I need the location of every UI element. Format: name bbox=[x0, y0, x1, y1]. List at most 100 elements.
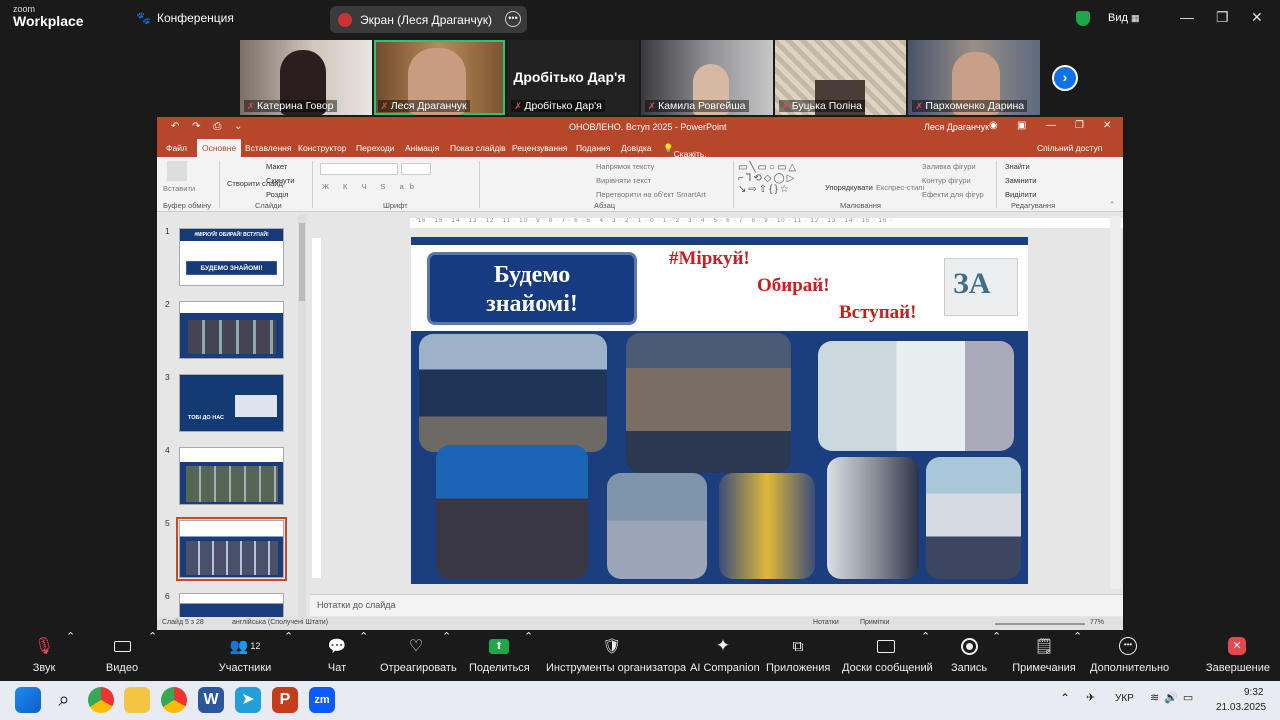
windows-start-icon[interactable] bbox=[15, 687, 41, 713]
slide-scrollbar[interactable] bbox=[1110, 216, 1121, 589]
tab-review[interactable]: Рецензування bbox=[512, 143, 567, 153]
network-sound-battery-icons[interactable]: ≋🔊▭ bbox=[1150, 691, 1198, 704]
chevron-up-icon[interactable]: ⌃ bbox=[442, 630, 451, 643]
quick-access-icons[interactable]: ↶ ↷ ⎙ ⌄ bbox=[171, 121, 247, 132]
security-shield-icon[interactable] bbox=[1076, 11, 1090, 26]
slide-thumbnail[interactable] bbox=[179, 593, 284, 619]
ai-companion-button[interactable]: ✦ AI Companion bbox=[690, 630, 760, 674]
notes-button[interactable]: 🗒 Примечания bbox=[1012, 630, 1076, 674]
shape-outline-button[interactable]: Контур фігури bbox=[922, 176, 971, 185]
participant-tile[interactable]: Катерина Говор bbox=[240, 40, 372, 115]
shapes-gallery[interactable]: ▭╲▭○▭△ ⌐⅂⟲◇◯▷ ↘⇨⇧{}☆ bbox=[738, 162, 816, 202]
participants-button[interactable]: 👥 12 Участники bbox=[217, 630, 273, 674]
close-icon[interactable]: ✕ bbox=[1103, 120, 1111, 131]
chevron-up-icon[interactable]: ⌃ bbox=[992, 630, 1001, 643]
font-format-icons[interactable]: Ж К Ч S ab bbox=[322, 182, 420, 191]
zoom-slider[interactable] bbox=[995, 623, 1085, 625]
search-icon[interactable]: ⌕ bbox=[51, 687, 77, 713]
close-icon[interactable]: ✕ bbox=[1251, 9, 1263, 26]
participant-tile-active-speaker[interactable]: Леся Драганчук bbox=[373, 40, 506, 115]
chat-button[interactable]: 💬 Чат bbox=[320, 630, 354, 674]
font-size-select[interactable] bbox=[401, 163, 431, 175]
tab-view[interactable]: Подання bbox=[576, 143, 610, 153]
section-button[interactable]: Розділ bbox=[266, 190, 288, 199]
reset-button[interactable]: Скинути bbox=[266, 176, 294, 185]
maximize-icon[interactable]: ❐ bbox=[1216, 9, 1229, 26]
thumbnails-scrollbar[interactable] bbox=[298, 215, 306, 617]
tab-help[interactable]: Довідка bbox=[621, 143, 652, 153]
share-button[interactable]: Спільний доступ bbox=[1037, 143, 1102, 153]
shape-effects-button[interactable]: Ефекти для фігур bbox=[922, 190, 984, 199]
participant-tile[interactable]: Дробітько Дар'я Дробітько Дар'я bbox=[507, 40, 640, 115]
chevron-up-icon[interactable]: ⌃ bbox=[1073, 630, 1082, 643]
chevron-up-icon[interactable]: ⌃ bbox=[359, 630, 368, 643]
collapse-ribbon-icon[interactable]: ⌃ bbox=[1109, 200, 1115, 209]
notes-toggle[interactable]: Нотатки bbox=[813, 619, 839, 626]
select-button[interactable]: Виділити bbox=[1005, 190, 1036, 199]
host-tools-button[interactable]: 🛡 Инструменты организатора bbox=[546, 630, 686, 674]
zoom-app-icon[interactable]: zm bbox=[309, 687, 335, 713]
smartart-button[interactable]: Перетворити на об'єкт SmartArt bbox=[596, 190, 706, 199]
whiteboards-button[interactable]: Доски сообщений bbox=[842, 630, 933, 674]
replace-button[interactable]: Замінити bbox=[1005, 176, 1036, 185]
arrange-button[interactable]: Упорядкувати bbox=[825, 183, 873, 192]
tab-design[interactable]: Конструктор bbox=[298, 143, 346, 153]
minimize-icon[interactable]: — bbox=[1180, 9, 1194, 25]
chrome-profile-icon[interactable] bbox=[161, 687, 187, 713]
next-participants-button[interactable]: › bbox=[1052, 65, 1078, 91]
minimize-icon[interactable]: — bbox=[1046, 120, 1056, 131]
more-options-icon[interactable]: ••• bbox=[505, 11, 521, 27]
align-text-button[interactable]: Вирівняти текст bbox=[596, 176, 651, 185]
slide-thumbnail[interactable] bbox=[179, 447, 284, 505]
find-button[interactable]: Знайти bbox=[1005, 162, 1030, 171]
conference-label[interactable]: 🐾 Конференция bbox=[136, 11, 234, 25]
language-indicator[interactable]: УКР bbox=[1115, 693, 1134, 704]
video-button[interactable]: Видео bbox=[102, 630, 142, 674]
user-avatar-icon[interactable]: ◉ bbox=[989, 120, 998, 131]
screen-share-indicator[interactable]: Экран (Леся Драганчук) ••• bbox=[330, 6, 527, 33]
paste-button[interactable]: Вставити bbox=[163, 184, 195, 193]
record-button[interactable]: Запись bbox=[951, 630, 987, 674]
chevron-up-icon[interactable]: ⌃ bbox=[284, 630, 293, 643]
share-screen-button[interactable]: ⬆ Поделиться bbox=[469, 630, 530, 674]
tab-file[interactable]: Файл bbox=[166, 143, 187, 153]
layout-button[interactable]: Макет bbox=[266, 162, 287, 171]
tab-home[interactable]: Основне bbox=[197, 139, 242, 157]
chrome-icon[interactable] bbox=[88, 687, 114, 713]
ribbon-display-icon[interactable]: ▣ bbox=[1017, 120, 1026, 131]
participant-tile[interactable]: Камила Ровгейша bbox=[641, 40, 773, 115]
slide-thumbnail-current[interactable] bbox=[176, 517, 287, 581]
powerpoint-icon[interactable]: P bbox=[272, 687, 298, 713]
audio-button[interactable]: 🎙 Звук bbox=[27, 630, 61, 674]
quick-styles-button[interactable]: Експрес-стилі bbox=[876, 183, 924, 192]
text-direction-button[interactable]: Напрямок тексту bbox=[596, 162, 654, 171]
tab-animation[interactable]: Анімація bbox=[405, 143, 439, 153]
slide-canvas[interactable]: Будемо знайомі! #Міркуй! Обирай! Вступай… bbox=[411, 237, 1028, 584]
chevron-up-icon[interactable]: ⌃ bbox=[921, 630, 930, 643]
slide-thumbnail[interactable] bbox=[179, 301, 284, 359]
tell-me-search[interactable]: 💡 Скажіть, що потрібно зробити bbox=[663, 143, 708, 189]
tray-expand-icon[interactable]: ⌃ bbox=[1060, 691, 1070, 705]
shape-fill-button[interactable]: Заливка фігури bbox=[922, 162, 976, 171]
apps-button[interactable]: ⧉ Приложения bbox=[766, 630, 830, 675]
font-name-select[interactable] bbox=[320, 163, 398, 175]
slide-thumbnail[interactable]: #МІРКУЙ! ОБИРАЙ! ВСТУПАЙ! БУДЕМО ЗНАЙОМІ… bbox=[179, 228, 284, 286]
paste-icon[interactable] bbox=[167, 161, 187, 181]
end-meeting-button[interactable]: ✕ Завершение bbox=[1206, 630, 1270, 674]
slide-thumbnail[interactable]: ТОБІ ДО НАС bbox=[179, 374, 284, 432]
chevron-up-icon[interactable]: ⌃ bbox=[148, 630, 157, 643]
participant-tile[interactable]: Пархоменко Дарина bbox=[908, 40, 1041, 115]
restore-icon[interactable]: ❐ bbox=[1075, 120, 1084, 131]
participant-tile[interactable]: Буцька Поліна bbox=[774, 40, 907, 115]
chevron-up-icon[interactable]: ⌃ bbox=[524, 630, 533, 643]
slide-notes[interactable]: Нотатки до слайда bbox=[310, 594, 1123, 616]
tab-insert[interactable]: Вставлення bbox=[245, 143, 291, 153]
view-button[interactable]: Вид ▦ bbox=[1108, 12, 1139, 24]
file-explorer-icon[interactable] bbox=[124, 687, 150, 713]
chevron-up-icon[interactable]: ⌃ bbox=[66, 630, 75, 643]
tab-transitions[interactable]: Переходи bbox=[356, 143, 395, 153]
word-icon[interactable]: W bbox=[198, 687, 224, 713]
more-button[interactable]: ••• Дополнительно bbox=[1090, 630, 1169, 674]
comments-toggle[interactable]: Примітки bbox=[860, 619, 889, 626]
telegram-icon[interactable]: ➤ bbox=[235, 687, 261, 713]
